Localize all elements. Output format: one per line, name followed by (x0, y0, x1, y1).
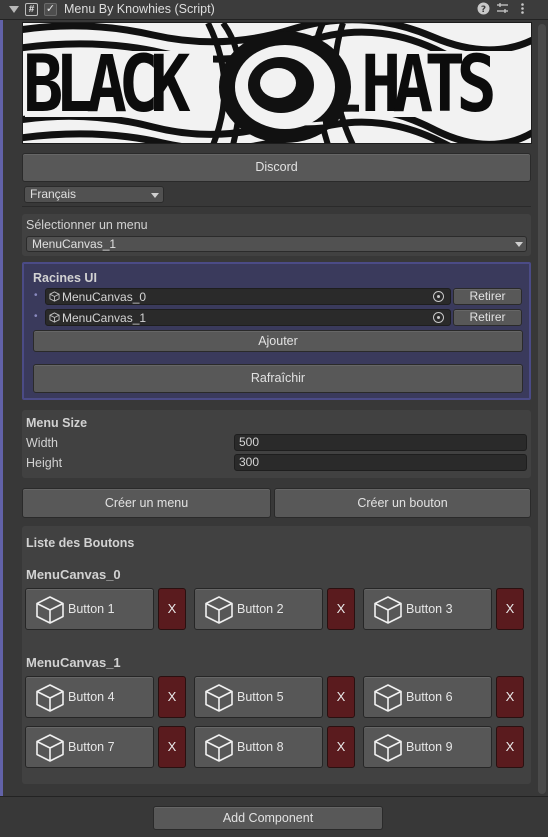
menu-button-item[interactable]: Button 9 (363, 726, 492, 768)
cube-icon (36, 596, 64, 624)
cube-icon (374, 596, 402, 624)
cube-icon (49, 291, 60, 302)
cube-icon (36, 734, 64, 762)
ui-root-value: MenuCanvas_1 (62, 311, 147, 325)
add-button[interactable]: Ajouter (33, 330, 523, 352)
svg-text:?: ? (480, 5, 485, 15)
scrollbar[interactable] (538, 24, 546, 794)
blackhats-banner: BLACK HATS (22, 22, 532, 144)
menu-select-section: Sélectionner un menu MenuCanvas_1 (22, 214, 531, 256)
create-menu-button[interactable]: Créer un menu (22, 488, 271, 518)
width-label: Width (26, 436, 58, 450)
remove-button[interactable]: Retirer (453, 309, 522, 326)
height-label: Height (26, 456, 63, 470)
menu-size-title: Menu Size (26, 416, 88, 430)
ui-root-value: MenuCanvas_0 (62, 290, 147, 304)
menu-button-item[interactable]: Button 6 (363, 676, 492, 718)
racines-title: Racines UI (33, 271, 97, 285)
more-icon[interactable] (515, 2, 529, 16)
component-title: Menu By Knowhies (Script) (64, 2, 215, 16)
banner-right-text: HATS (361, 40, 497, 130)
menu-button-label: Button 7 (68, 740, 115, 754)
enable-checkbox[interactable]: ✓ (44, 3, 57, 16)
menu-button-label: Button 9 (406, 740, 453, 754)
banner-left-text: BLACK (23, 40, 191, 130)
group-title: MenuCanvas_0 (26, 567, 121, 582)
language-dropdown[interactable]: Français (24, 186, 164, 203)
object-picker-icon[interactable] (433, 312, 444, 323)
menu-select-label: Sélectionner un menu (26, 218, 148, 232)
menu-size-section: Menu Size Width 500 Height 300 (22, 410, 531, 478)
menu-select-value: MenuCanvas_1 (32, 237, 117, 251)
delete-button[interactable]: X (496, 588, 524, 630)
delete-button[interactable]: X (158, 588, 186, 630)
menu-button-label: Button 2 (237, 602, 284, 616)
create-button-button[interactable]: Créer un bouton (274, 488, 531, 518)
buttons-list-title: Liste des Boutons (26, 536, 135, 550)
accent-bar (0, 20, 3, 796)
bullet-icon: • (34, 311, 38, 322)
ui-root-field[interactable]: MenuCanvas_0 (45, 288, 451, 305)
refresh-button[interactable]: Rafraîchir (33, 364, 523, 393)
cube-icon (374, 734, 402, 762)
footer: Add Component (0, 796, 548, 837)
script-icon: # (25, 3, 38, 16)
ui-root-field[interactable]: MenuCanvas_1 (45, 309, 451, 326)
cube-icon (205, 596, 233, 624)
menu-button-label: Button 8 (237, 740, 284, 754)
cube-icon (205, 734, 233, 762)
delete-button[interactable]: X (327, 676, 355, 718)
delete-button[interactable]: X (158, 676, 186, 718)
menu-select-dropdown[interactable]: MenuCanvas_1 (26, 236, 527, 252)
add-component-button[interactable]: Add Component (153, 806, 383, 830)
foldout-arrow-icon[interactable] (9, 6, 19, 13)
menu-button-label: Button 3 (406, 602, 453, 616)
bullet-icon: • (34, 290, 38, 301)
menu-button-label: Button 4 (68, 690, 115, 704)
menu-button-item[interactable]: Button 1 (25, 588, 154, 630)
remove-button[interactable]: Retirer (453, 288, 522, 305)
language-selected: Français (30, 187, 77, 201)
discord-button[interactable]: Discord (22, 153, 531, 182)
divider (22, 206, 531, 207)
chevron-down-icon (515, 242, 523, 247)
group-title: MenuCanvas_1 (26, 655, 121, 670)
menu-button-item[interactable]: Button 2 (194, 588, 323, 630)
menu-button-label: Button 1 (68, 602, 115, 616)
object-picker-icon[interactable] (433, 291, 444, 302)
height-field[interactable]: 300 (234, 454, 527, 471)
cube-icon (205, 684, 233, 712)
delete-button[interactable]: X (496, 726, 524, 768)
component-header: # ✓ Menu By Knowhies (Script) ? (0, 0, 548, 20)
chevron-down-icon (151, 193, 159, 198)
menu-button-item[interactable]: Button 5 (194, 676, 323, 718)
menu-button-item[interactable]: Button 3 (363, 588, 492, 630)
menu-button-item[interactable]: Button 4 (25, 676, 154, 718)
menu-button-item[interactable]: Button 7 (25, 726, 154, 768)
menu-button-label: Button 6 (406, 690, 453, 704)
delete-button[interactable]: X (327, 726, 355, 768)
width-field[interactable]: 500 (234, 434, 527, 451)
cube-icon (36, 684, 64, 712)
delete-button[interactable]: X (496, 676, 524, 718)
delete-button[interactable]: X (327, 588, 355, 630)
cube-icon (49, 312, 60, 323)
preset-icon[interactable] (495, 2, 509, 16)
menu-button-label: Button 5 (237, 690, 284, 704)
cube-icon (374, 684, 402, 712)
racines-ui-section: Racines UI • MenuCanvas_0 Retirer • Menu… (22, 262, 531, 400)
menu-button-item[interactable]: Button 8 (194, 726, 323, 768)
help-icon[interactable]: ? (476, 2, 490, 16)
delete-button[interactable]: X (158, 726, 186, 768)
